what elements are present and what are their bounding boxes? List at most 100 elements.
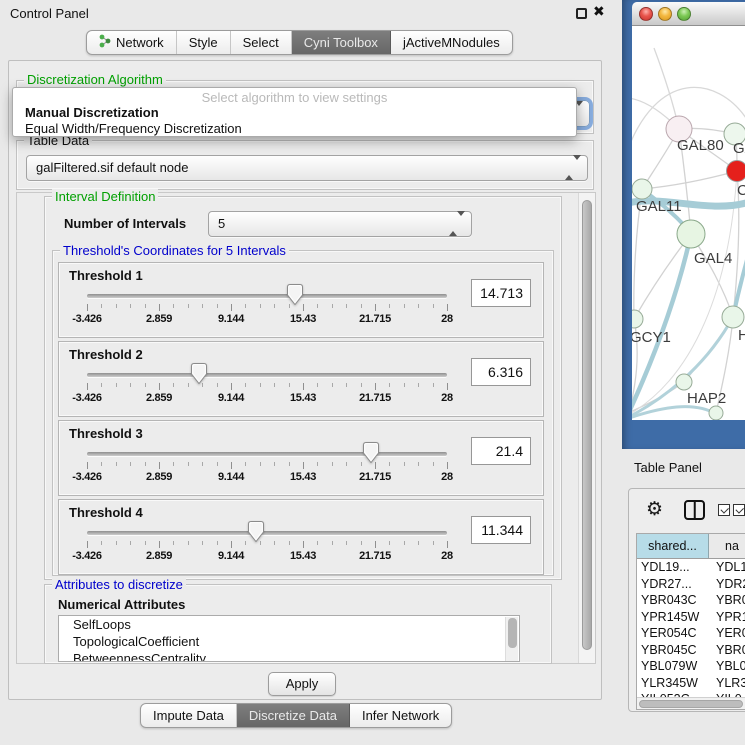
network-canvas[interactable]: GAL80GACGAL11GAL4GCY1HHAP2 (632, 26, 745, 420)
slider-thumb[interactable] (248, 521, 264, 547)
table-scrollbar-thumb[interactable] (639, 700, 743, 708)
attributes-group-title: Attributes to discretize (52, 577, 186, 592)
threshold-slider[interactable]: -3.4262.8599.14415.4321.71528 (87, 342, 447, 418)
table-row[interactable]: YPR145WYPR1 (637, 609, 745, 626)
slider-thumb[interactable] (363, 442, 379, 468)
table-row[interactable]: YER054CYER0 (637, 625, 745, 642)
close-icon[interactable]: ✖ (593, 4, 605, 20)
threshold-value-field[interactable]: 21.4 (471, 437, 531, 465)
attribute-list-item[interactable]: TopologicalCoefficient (59, 633, 519, 650)
attribute-list-item[interactable]: BetweennessCentrality (59, 650, 519, 662)
threshold-panel: Threshold 1-3.4262.8599.14415.4321.71528… (58, 262, 544, 338)
tab-cyni-toolbox[interactable]: Cyni Toolbox (292, 31, 391, 54)
threshold-slider[interactable]: -3.4262.8599.14415.4321.71528 (87, 421, 447, 497)
attribute-list-item[interactable]: SelfLoops (59, 616, 519, 633)
tab-impute-data[interactable]: Impute Data (141, 704, 237, 727)
slider-tick (116, 541, 117, 545)
cell-shared-name[interactable]: YBL079W (637, 658, 709, 675)
network-node[interactable] (709, 406, 723, 420)
slider-track[interactable] (87, 531, 447, 535)
slider-track[interactable] (87, 373, 447, 377)
cell-name[interactable]: YDL1 (709, 559, 745, 576)
table-row[interactable]: YBL079WYBL0 (637, 658, 745, 675)
tab-infer-network[interactable]: Infer Network (350, 704, 451, 727)
checkbox-icon[interactable] (733, 504, 745, 516)
close-traffic-light[interactable] (639, 7, 653, 21)
cell-name[interactable]: YBL0 (709, 658, 745, 675)
popup-item-equal-width-frequency[interactable]: Equal Width/Frequency Discretization (13, 121, 576, 136)
cell-name[interactable]: YPR1 (709, 609, 745, 626)
slider-thumb[interactable] (191, 363, 207, 389)
cell-shared-name[interactable]: YBR043C (637, 592, 709, 609)
tab-style[interactable]: Style (177, 31, 231, 54)
network-node[interactable] (632, 310, 643, 328)
network-window-titlebar[interactable] (632, 2, 745, 26)
threshold-value-field[interactable]: 11.344 (471, 516, 531, 544)
slider-tick (173, 383, 174, 387)
threshold-value-field[interactable]: 14.713 (471, 279, 531, 307)
slider-tick (101, 304, 102, 308)
apply-button[interactable]: Apply (268, 672, 336, 696)
combo-stepper-icon[interactable] (565, 156, 581, 180)
slider-tick (346, 383, 347, 387)
cell-name[interactable]: YBR0 (709, 642, 745, 659)
table-data-combobox[interactable]: galFiltered.sif default node (26, 155, 588, 181)
cell-shared-name[interactable]: YPR145W (637, 609, 709, 626)
float-window-icon[interactable] (576, 8, 587, 19)
column-header-name[interactable]: na (709, 534, 745, 558)
cell-shared-name[interactable]: YDR27... (637, 576, 709, 593)
slider-tick-label: 21.715 (359, 392, 391, 404)
table-row[interactable]: YDL19...YDL1 (637, 559, 745, 576)
table-row[interactable]: YLR345WYLR3 (637, 675, 745, 692)
network-icon (99, 34, 111, 51)
zoom-traffic-light[interactable] (677, 7, 691, 21)
cell-name[interactable]: YBR0 (709, 592, 745, 609)
slider-track[interactable] (87, 294, 447, 298)
network-node[interactable] (722, 306, 744, 328)
number-of-intervals-value: 5 (218, 216, 225, 231)
list-scrollbar[interactable] (505, 617, 518, 661)
slider-tick (404, 462, 405, 466)
panel-scrollbar-thumb[interactable] (582, 200, 592, 650)
column-header-shared-name[interactable]: shared... (637, 534, 709, 558)
table-row[interactable]: YDR27...YDR2 (637, 576, 745, 593)
slider-tick (145, 383, 146, 387)
threshold-slider[interactable]: -3.4262.8599.14415.4321.71528 (87, 500, 447, 576)
table-row[interactable]: YBR043CYBR0 (637, 592, 745, 609)
tab-jactivemnodules[interactable]: jActiveMNodules (391, 31, 512, 54)
threshold-value-field[interactable]: 6.316 (471, 358, 531, 386)
tab-network[interactable]: Network (87, 31, 177, 54)
panel-scrollbar[interactable] (578, 193, 595, 663)
network-edge[interactable] (642, 171, 737, 189)
gear-icon[interactable]: ⚙ (646, 498, 663, 520)
cell-shared-name[interactable]: YDL19... (637, 559, 709, 576)
cell-shared-name[interactable]: YLR345W (637, 675, 709, 692)
network-node[interactable] (676, 374, 692, 390)
tab-discretize-data[interactable]: Discretize Data (237, 704, 350, 727)
table-horizontal-scrollbar[interactable] (637, 697, 745, 709)
cell-shared-name[interactable]: YBR045C (637, 642, 709, 659)
checkbox-icon[interactable] (718, 504, 730, 516)
network-node[interactable] (677, 220, 705, 248)
slider-tick (274, 383, 275, 387)
network-node[interactable] (632, 179, 652, 199)
slider-tick (433, 304, 434, 308)
table-row[interactable]: YBR045CYBR0 (637, 642, 745, 659)
popup-item-manual-discretization[interactable]: Manual Discretization (13, 105, 576, 120)
slider-thumb[interactable] (287, 284, 303, 310)
slider-tick-label: 21.715 (359, 313, 391, 325)
cell-name[interactable]: YDR2 (709, 576, 745, 593)
threshold-slider[interactable]: -3.4262.8599.14415.4321.71528 (87, 263, 447, 339)
number-of-intervals-combobox[interactable]: 5 (208, 211, 472, 237)
cell-name[interactable]: YLR3 (709, 675, 745, 692)
network-node[interactable] (727, 161, 745, 182)
slider-tick (159, 383, 160, 390)
minimize-traffic-light[interactable] (658, 7, 672, 21)
list-scrollbar-thumb[interactable] (508, 618, 517, 648)
combo-stepper-icon[interactable] (449, 212, 465, 236)
cell-name[interactable]: YER0 (709, 625, 745, 642)
cell-shared-name[interactable]: YER054C (637, 625, 709, 642)
tab-select[interactable]: Select (231, 31, 292, 54)
slider-track[interactable] (87, 452, 447, 456)
column-layout-icon[interactable] (684, 500, 705, 520)
